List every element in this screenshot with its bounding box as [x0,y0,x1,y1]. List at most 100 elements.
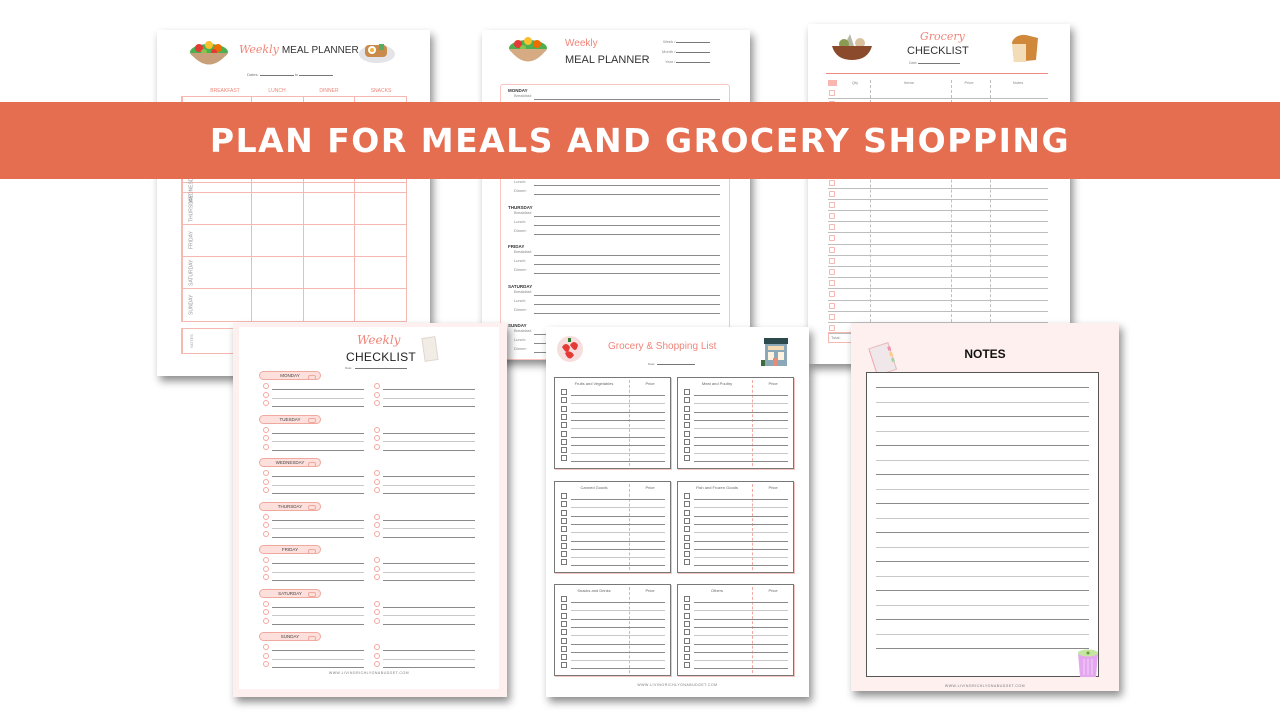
task-checkbox[interactable] [263,661,269,667]
task-line[interactable] [383,484,475,486]
task-line[interactable] [383,571,475,573]
item-checkbox[interactable] [684,620,690,627]
item-checkbox[interactable] [561,551,567,558]
notes-box[interactable] [866,372,1099,677]
item-checkbox[interactable] [684,438,690,445]
task-checkbox[interactable] [374,383,380,389]
task-line[interactable] [272,432,364,434]
item-checkbox[interactable] [684,662,690,669]
item-checkbox[interactable] [561,509,567,516]
task-line[interactable] [272,571,364,573]
item-checkbox[interactable] [561,397,567,404]
task-line[interactable] [383,406,475,407]
task-checkbox[interactable] [263,443,269,450]
task-checkbox[interactable] [374,600,380,607]
task-line[interactable] [272,449,364,451]
task-checkbox[interactable] [263,400,269,406]
item-checkbox[interactable] [561,654,567,661]
item-line[interactable] [571,461,665,463]
task-line[interactable] [272,389,364,390]
item-checkbox[interactable] [561,629,567,636]
item-checkbox[interactable] [684,654,690,661]
task-line[interactable] [272,606,364,608]
note-line[interactable] [876,619,1089,620]
item-line[interactable] [694,461,788,463]
item-checkbox[interactable] [561,413,567,420]
checkbox[interactable] [829,291,835,298]
item-checkbox[interactable] [561,517,567,524]
task-checkbox[interactable] [263,609,269,615]
task-checkbox[interactable] [374,470,380,476]
task-line[interactable] [272,519,364,521]
item-line[interactable] [571,668,665,670]
task-line[interactable] [383,397,475,399]
task-checkbox[interactable] [374,400,380,406]
task-checkbox[interactable] [263,426,269,433]
task-line[interactable] [383,563,475,564]
task-checkbox[interactable] [263,644,269,650]
item-checkbox[interactable] [684,517,690,524]
task-checkbox[interactable] [374,435,380,441]
item-checkbox[interactable] [561,501,567,508]
note-line[interactable] [876,430,1089,432]
item-line[interactable] [694,668,788,670]
note-line[interactable] [876,503,1089,504]
item-checkbox[interactable] [561,447,567,454]
note-line[interactable] [876,590,1089,591]
task-checkbox[interactable] [374,644,380,650]
task-line[interactable] [272,658,364,660]
item-checkbox[interactable] [684,413,690,420]
item-checkbox[interactable] [561,438,567,445]
item-checkbox[interactable] [561,612,567,619]
task-line[interactable] [383,536,475,538]
task-line[interactable] [272,615,364,616]
checkbox[interactable] [829,179,835,186]
task-checkbox[interactable] [263,652,269,659]
item-checkbox[interactable] [684,430,690,437]
note-line[interactable] [876,387,1089,388]
task-checkbox[interactable] [374,652,380,659]
note-line[interactable] [876,459,1089,461]
item-checkbox[interactable] [684,422,690,429]
checkbox[interactable] [829,224,835,231]
task-checkbox[interactable] [263,557,269,563]
task-checkbox[interactable] [374,478,380,485]
item-checkbox[interactable] [561,493,567,499]
item-checkbox[interactable] [561,405,567,412]
task-checkbox[interactable] [374,443,380,450]
item-checkbox[interactable] [684,629,690,636]
task-checkbox[interactable] [263,383,269,389]
item-checkbox[interactable] [684,509,690,516]
task-checkbox[interactable] [374,530,380,537]
item-checkbox[interactable] [561,455,567,462]
item-checkbox[interactable] [684,612,690,619]
task-line[interactable] [383,623,475,625]
note-line[interactable] [876,561,1089,562]
task-checkbox[interactable] [374,557,380,563]
task-checkbox[interactable] [263,565,269,572]
item-checkbox[interactable] [684,389,690,395]
task-line[interactable] [272,650,364,651]
item-checkbox[interactable] [561,604,567,611]
task-checkbox[interactable] [374,426,380,433]
task-line[interactable] [383,519,475,521]
note-line[interactable] [876,532,1089,533]
task-checkbox[interactable] [263,487,269,493]
task-line[interactable] [383,476,475,477]
item-checkbox[interactable] [684,596,690,602]
task-checkbox[interactable] [374,617,380,624]
note-line[interactable] [876,474,1089,475]
task-checkbox[interactable] [263,391,269,398]
note-line[interactable] [876,401,1089,403]
note-line[interactable] [876,648,1089,649]
checkbox[interactable] [829,313,835,320]
checkbox[interactable] [829,324,835,331]
task-line[interactable] [383,449,475,451]
item-line[interactable] [571,565,665,567]
task-line[interactable] [272,476,364,477]
note-line[interactable] [876,517,1089,519]
checkbox[interactable] [829,201,835,208]
item-checkbox[interactable] [561,534,567,541]
task-checkbox[interactable] [263,435,269,441]
task-checkbox[interactable] [263,600,269,607]
